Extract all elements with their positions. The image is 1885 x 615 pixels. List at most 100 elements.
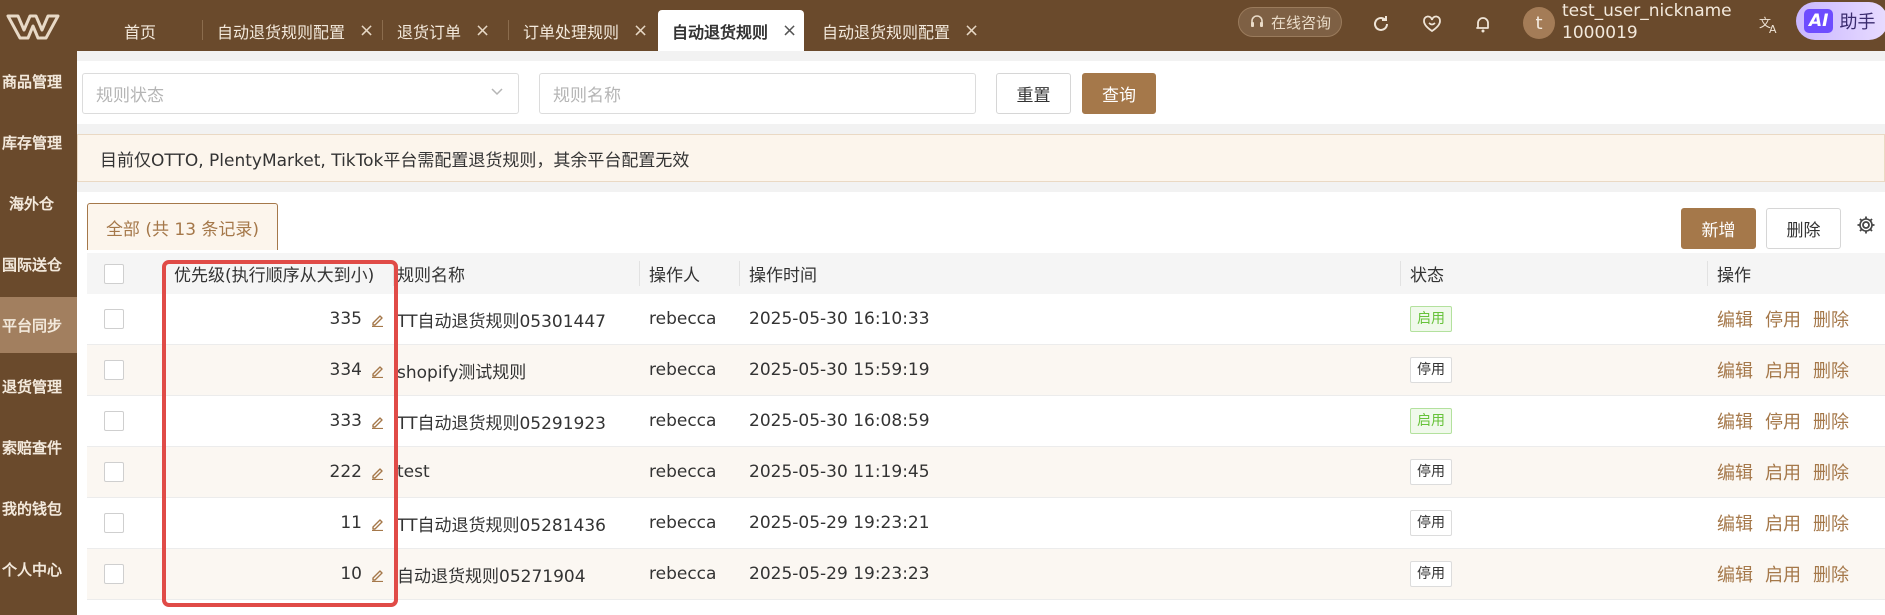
row-checkbox[interactable] bbox=[104, 411, 124, 431]
actions-cell: 编辑 启用 删除 bbox=[1717, 345, 1849, 395]
tab-return-orders[interactable]: 退货订单 × bbox=[383, 10, 504, 51]
table-row[interactable]: 335 TT自动退货规则05301447 rebecca 2025-05-30 … bbox=[87, 294, 1885, 345]
logo-icon[interactable] bbox=[4, 6, 60, 46]
edit-priority-icon[interactable] bbox=[370, 414, 385, 429]
close-icon[interactable]: × bbox=[475, 21, 490, 40]
close-icon[interactable]: × bbox=[782, 21, 797, 40]
edit-priority-icon[interactable] bbox=[370, 312, 385, 327]
add-button[interactable]: 新增 bbox=[1681, 208, 1756, 249]
priority-value: 334 bbox=[329, 360, 362, 380]
table-row[interactable]: 334 shopify测试规则 rebecca 2025-05-30 15:59… bbox=[87, 345, 1885, 396]
select-all-checkbox[interactable] bbox=[104, 263, 124, 284]
table-row[interactable]: 333 TT自动退货规则05291923 rebecca 2025-05-30 … bbox=[87, 396, 1885, 447]
rule-name-input[interactable]: 规则名称 bbox=[539, 73, 976, 114]
user-id: 1000019 bbox=[1562, 23, 1638, 43]
table-row[interactable]: 11 TT自动退货规则05281436 rebecca 2025-05-29 1… bbox=[87, 498, 1885, 549]
user-info[interactable]: test_user_nickname 1000019 bbox=[1562, 0, 1732, 44]
operation-time-cell: 2025-05-29 19:23:21 bbox=[749, 513, 930, 533]
rule-name-placeholder: 规则名称 bbox=[553, 86, 621, 106]
actions-cell: 编辑 启用 删除 bbox=[1717, 447, 1849, 497]
edit-priority-icon[interactable] bbox=[370, 516, 385, 531]
row-checkbox[interactable] bbox=[104, 513, 124, 533]
translate-icon[interactable]: 文A bbox=[1757, 12, 1781, 36]
edit-link[interactable]: 编辑 bbox=[1717, 408, 1753, 434]
operation-time-cell: 2025-05-30 16:10:33 bbox=[749, 309, 930, 329]
delete-button[interactable]: 删除 bbox=[1766, 208, 1841, 249]
edit-link[interactable]: 编辑 bbox=[1717, 357, 1753, 383]
status-badge: 启用 bbox=[1410, 306, 1452, 332]
ai-assistant-label: 助手 bbox=[1839, 12, 1876, 33]
tab-label: 自动退货规则 bbox=[672, 22, 769, 42]
tab-order-processing-rules[interactable]: 订单处理规则 × bbox=[509, 10, 662, 51]
edit-priority-icon[interactable] bbox=[370, 567, 385, 582]
sidebar-item-personal-center[interactable]: 个人中心 bbox=[0, 541, 77, 597]
sidebar-item-international-delivery[interactable]: 国际送仓 bbox=[0, 236, 77, 292]
platform-notice: 目前仅OTTO, PlentyMarket, TikTok平台需配置退货规则，其… bbox=[77, 134, 1885, 182]
tab-home[interactable]: 首页 bbox=[110, 10, 170, 51]
refresh-icon[interactable] bbox=[1369, 12, 1393, 36]
sidebar-item-overseas-warehouse[interactable]: 海外仓 bbox=[0, 175, 77, 231]
row-checkbox[interactable] bbox=[104, 360, 124, 380]
row-checkbox[interactable] bbox=[104, 309, 124, 329]
delete-link[interactable]: 删除 bbox=[1813, 357, 1849, 383]
sidebar-item-my-wallet[interactable]: 我的钱包 bbox=[0, 480, 77, 536]
toggle-status-link[interactable]: 启用 bbox=[1765, 357, 1801, 383]
sidebar-item-claims-tracking[interactable]: 索赔查件 bbox=[0, 419, 77, 475]
edit-priority-icon[interactable] bbox=[370, 363, 385, 378]
close-icon[interactable]: × bbox=[359, 21, 374, 40]
edit-link[interactable]: 编辑 bbox=[1717, 510, 1753, 536]
tab-auto-return-rule-config[interactable]: 自动退货规则配置 × bbox=[203, 10, 388, 51]
sidebar-item-return-management[interactable]: 退货管理 bbox=[0, 358, 77, 414]
sidebar-item-platform-sync[interactable]: 平台同步 bbox=[0, 297, 77, 353]
delete-link[interactable]: 删除 bbox=[1813, 561, 1849, 587]
sidebar-item-product-management[interactable]: 商品管理 bbox=[0, 53, 77, 109]
column-divider bbox=[639, 261, 640, 286]
column-divider bbox=[739, 261, 740, 286]
edit-priority-icon[interactable] bbox=[370, 465, 385, 480]
edit-link[interactable]: 编辑 bbox=[1717, 306, 1753, 332]
delete-link[interactable]: 删除 bbox=[1813, 306, 1849, 332]
toggle-status-link[interactable]: 启用 bbox=[1765, 510, 1801, 536]
row-checkbox[interactable] bbox=[104, 462, 124, 482]
delete-link[interactable]: 删除 bbox=[1813, 510, 1849, 536]
operation-time-cell: 2025-05-30 15:59:19 bbox=[749, 360, 930, 380]
ai-assistant-button[interactable]: AI 助手 bbox=[1796, 2, 1885, 40]
rule-name-cell: 自动退货规则05271904 bbox=[397, 566, 586, 587]
column-divider bbox=[1707, 261, 1708, 286]
bell-icon[interactable] bbox=[1471, 12, 1495, 36]
tab-all-records[interactable]: 全部 (共 13 条记录) bbox=[87, 203, 278, 250]
reset-button[interactable]: 重置 bbox=[996, 73, 1071, 114]
operator-cell: rebecca bbox=[649, 309, 717, 329]
tab-auto-return-rules[interactable]: 自动退货规则 × bbox=[658, 10, 804, 51]
column-divider bbox=[1400, 261, 1401, 286]
avatar[interactable]: t bbox=[1523, 7, 1555, 39]
toggle-status-link[interactable]: 停用 bbox=[1765, 306, 1801, 332]
table-row[interactable]: 222 test rebecca 2025-05-30 11:19:45 停用 … bbox=[87, 447, 1885, 498]
filter-bar: 规则状态 规则名称 重置 查询 bbox=[77, 61, 1885, 124]
delete-link[interactable]: 删除 bbox=[1813, 459, 1849, 485]
user-name: test_user_nickname bbox=[1562, 1, 1732, 21]
row-checkbox[interactable] bbox=[104, 564, 124, 584]
toggle-status-link[interactable]: 启用 bbox=[1765, 561, 1801, 587]
toggle-status-link[interactable]: 启用 bbox=[1765, 459, 1801, 485]
online-consult-button[interactable]: 在线咨询 bbox=[1238, 7, 1342, 37]
query-button[interactable]: 查询 bbox=[1082, 73, 1156, 114]
edit-link[interactable]: 编辑 bbox=[1717, 561, 1753, 587]
gear-icon[interactable] bbox=[1855, 214, 1877, 236]
delete-link[interactable]: 删除 bbox=[1813, 408, 1849, 434]
sidebar-item-inventory-management[interactable]: 库存管理 bbox=[0, 114, 77, 170]
tab-auto-return-rule-config-2[interactable]: 自动退货规则配置 × bbox=[808, 10, 993, 51]
table-row[interactable]: 10 自动退货规则05271904 rebecca 2025-05-29 19:… bbox=[87, 549, 1885, 600]
status-badge: 停用 bbox=[1410, 357, 1452, 383]
rule-status-select[interactable]: 规则状态 bbox=[82, 73, 519, 114]
operator-cell: rebecca bbox=[649, 462, 717, 482]
priority-cell: 222 bbox=[187, 447, 385, 497]
feedback-icon[interactable] bbox=[1420, 12, 1444, 36]
status-cell: 启用 bbox=[1410, 396, 1452, 446]
close-icon[interactable]: × bbox=[633, 21, 648, 40]
close-icon[interactable]: × bbox=[964, 21, 979, 40]
edit-link[interactable]: 编辑 bbox=[1717, 459, 1753, 485]
column-divider bbox=[393, 261, 394, 286]
priority-value: 333 bbox=[329, 411, 362, 431]
toggle-status-link[interactable]: 停用 bbox=[1765, 408, 1801, 434]
